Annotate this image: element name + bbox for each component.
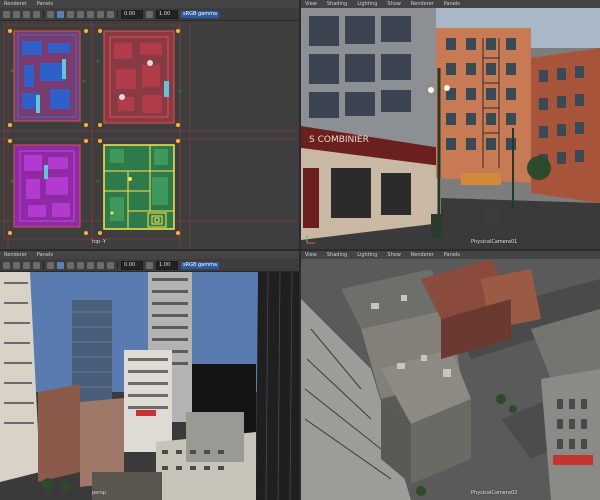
xray-icon[interactable] (107, 10, 114, 18)
grid-icon[interactable] (47, 261, 54, 269)
menu-show[interactable]: Show (387, 251, 401, 259)
textured-icon[interactable] (77, 261, 84, 269)
menu-view[interactable]: View (305, 251, 317, 259)
camera-label: PhysicalCamera01 (471, 239, 518, 245)
menu-panels[interactable]: Panels (444, 251, 460, 259)
camera-label: persp (92, 490, 107, 496)
toolbar-divider (43, 10, 44, 18)
viewport-canvas[interactable]: PhysicalCamera02 (301, 259, 600, 500)
gamma-field[interactable]: 1.00 (156, 9, 178, 19)
textured-icon[interactable] (77, 10, 84, 18)
city-block-4-selected (103, 144, 175, 230)
colorspace-selector[interactable]: sRGB gamma (181, 10, 220, 18)
select-icon[interactable] (3, 10, 10, 18)
axis-gizmo (305, 233, 317, 245)
wireframe-icon[interactable] (57, 261, 64, 269)
toolbar-divider (117, 261, 118, 269)
menu-shading[interactable]: Shading (327, 251, 347, 259)
toolbar-divider (117, 10, 118, 18)
shaded-icon[interactable] (67, 10, 74, 18)
menu-lighting[interactable]: Lighting (357, 0, 377, 8)
menu-shading[interactable]: Shading (327, 0, 347, 8)
light-icon[interactable] (87, 261, 94, 269)
colorspace-selector[interactable]: sRGB gamma (181, 261, 220, 269)
menu-panels[interactable]: Panels (37, 251, 53, 259)
viewport-menubar: View Shading Lighting Show Renderer Pane… (301, 251, 600, 259)
select-icon[interactable] (3, 261, 10, 269)
menu-renderer[interactable]: Renderer (4, 0, 27, 8)
grid-icon[interactable] (47, 10, 54, 18)
viewport-toolbar: 0.00 1.00 sRGB gamma (0, 259, 299, 272)
viewport-canvas[interactable]: persp (0, 272, 299, 500)
persp-city-render (0, 272, 299, 500)
exposure-field[interactable]: 0.00 (121, 9, 143, 19)
menu-renderer[interactable]: Renderer (411, 251, 434, 259)
viewport-menubar: View Shading Lighting Show Renderer Pane… (301, 0, 600, 8)
menu-panels[interactable]: Panels (444, 0, 460, 8)
menu-lighting[interactable]: Lighting (357, 251, 377, 259)
xray-icon[interactable] (107, 261, 114, 269)
exposure-field[interactable]: 0.00 (121, 260, 143, 270)
viewport-top[interactable]: Renderer Panels 0.00 1.00 sRGB gamma top… (0, 0, 299, 249)
viewport-persp[interactable]: Renderer Panels 0.00 1.00 sRGB gamma per… (0, 251, 299, 500)
city-block-3 (13, 144, 81, 228)
gamma-icon[interactable] (146, 10, 153, 18)
aerial-city-render (301, 259, 600, 500)
toolbar-divider (43, 261, 44, 269)
isolate-icon[interactable] (97, 10, 104, 18)
camera-icon[interactable] (33, 10, 40, 18)
viewport-physicalcamera02[interactable]: View Shading Lighting Show Renderer Pane… (301, 251, 600, 500)
menu-panels[interactable]: Panels (37, 0, 53, 8)
gamma-field[interactable]: 1.00 (156, 260, 178, 270)
move-icon[interactable] (13, 10, 20, 18)
isolate-icon[interactable] (97, 261, 104, 269)
menu-view[interactable]: View (305, 0, 317, 8)
maya-four-view-layout: Renderer Panels 0.00 1.00 sRGB gamma top… (0, 0, 600, 500)
street-scene-render: S COMBINIER (301, 8, 600, 249)
city-block-1 (13, 30, 81, 122)
rotate-icon[interactable] (23, 10, 30, 18)
viewport-menubar: Renderer Panels (0, 251, 299, 259)
menu-renderer[interactable]: Renderer (4, 251, 27, 259)
gamma-icon[interactable] (146, 261, 153, 269)
camera-label: top -Y (92, 239, 107, 245)
rotate-icon[interactable] (23, 261, 30, 269)
plan-view-drawing (0, 21, 299, 249)
menu-show[interactable]: Show (387, 0, 401, 8)
viewport-canvas[interactable]: top -Y (0, 21, 299, 249)
city-block-2 (103, 30, 175, 124)
viewport-toolbar: 0.00 1.00 sRGB gamma (0, 8, 299, 21)
wireframe-icon[interactable] (57, 10, 64, 18)
shaded-icon[interactable] (67, 261, 74, 269)
light-icon[interactable] (87, 10, 94, 18)
store-sign: S COMBINIER (309, 135, 369, 145)
viewport-canvas[interactable]: S COMBINIER PhysicalCamera01 (301, 8, 600, 249)
camera-icon[interactable] (33, 261, 40, 269)
viewport-physicalcamera01[interactable]: View Shading Lighting Show Renderer Pane… (301, 0, 600, 249)
move-icon[interactable] (13, 261, 20, 269)
viewport-menubar: Renderer Panels (0, 0, 299, 8)
camera-label: PhysicalCamera02 (471, 490, 518, 496)
menu-renderer[interactable]: Renderer (411, 0, 434, 8)
